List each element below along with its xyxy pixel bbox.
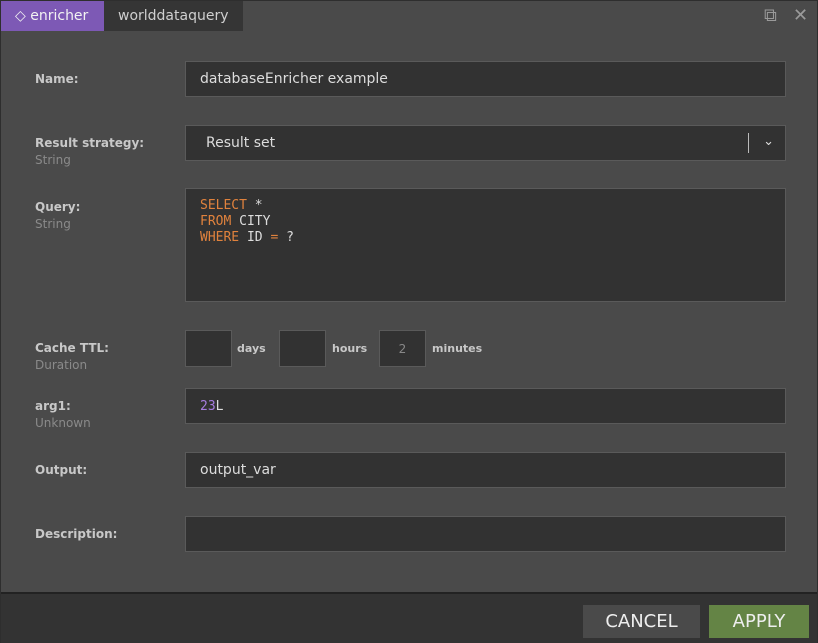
strategy-select[interactable]: Result set ⌄ [185,125,786,161]
tab-bar: ◇ enricher worlddataquery ⧉ ✕ [1,1,817,31]
description-textarea[interactable] [185,516,786,552]
chevron-down-icon[interactable]: ⌄ [763,134,774,149]
enricher-dialog: ◇ enricher worlddataquery ⧉ ✕ Name: data… [1,1,817,643]
days-label: days [237,342,266,355]
query-label: Query: [35,200,81,214]
name-input[interactable]: databaseEnricher example [185,61,786,97]
name-label: Name: [35,72,79,86]
arg1-type: Unknown [35,416,91,430]
cache-label: Cache TTL: [35,341,109,355]
maximize-icon[interactable]: ⧉ [764,7,777,25]
days-input[interactable] [185,330,232,367]
hours-label: hours [332,342,368,355]
tab-enricher[interactable]: ◇ enricher [1,1,104,31]
query-editor[interactable]: SELECT * FROM CITY WHERE ID = ? [185,188,786,302]
code-line: SELECT * [200,198,263,213]
minutes-input[interactable]: 2 [379,330,426,367]
description-label: Description: [35,527,118,541]
minutes-label: minutes [432,342,483,355]
hours-input[interactable] [279,330,326,367]
output-label: Output: [35,463,88,477]
apply-button[interactable]: APPLY [709,605,809,638]
code-line: WHERE ID = ? [200,230,294,245]
strategy-label: Result strategy: [35,136,145,150]
code-line: FROM CITY [200,214,271,229]
strategy-type: String [35,153,71,167]
select-divider [748,133,749,153]
query-type: String [35,217,71,231]
cache-type: Duration [35,358,88,372]
arg1-input[interactable]: 23 L [185,388,786,424]
close-icon[interactable]: ✕ [793,7,808,25]
cancel-button[interactable]: CANCEL [583,605,700,638]
arg1-label: arg1: [35,399,71,413]
output-input[interactable]: output_var [185,452,786,488]
gem-icon: ◇ [15,8,26,24]
dialog-footer: CANCEL APPLY [1,592,817,643]
tab-worlddataquery[interactable]: worlddataquery [104,1,243,31]
